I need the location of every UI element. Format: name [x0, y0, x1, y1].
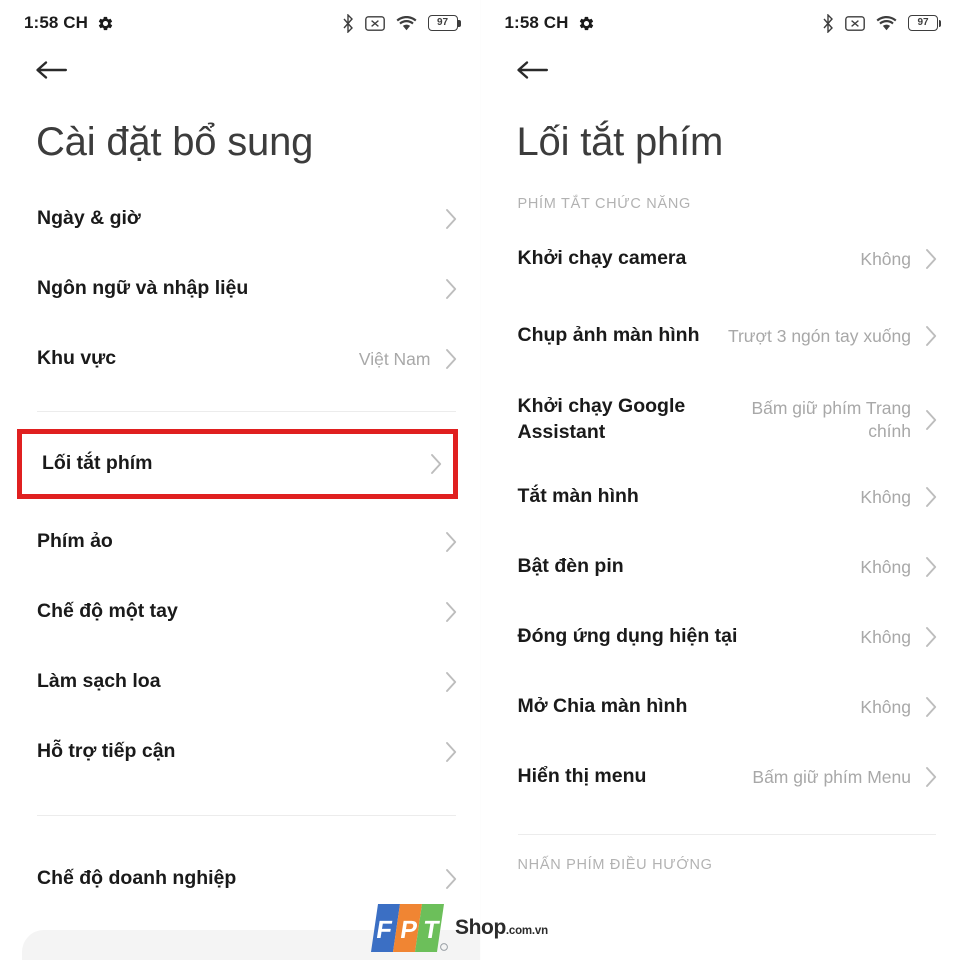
status-bar-right-group: 97: [342, 13, 461, 33]
section-header-function-shortcuts: PHÍM TẮT CHỨC NĂNG: [517, 196, 691, 212]
status-bar-right: 1:58 CH 97: [481, 0, 960, 46]
no-sim-icon: [845, 15, 865, 31]
chevron-right-icon: [926, 249, 937, 269]
list-item[interactable]: Khởi chạy Google Assistant Bấm giữ phím …: [481, 378, 960, 462]
list-item-label: Đóng ứng dụng hiện tại: [517, 625, 738, 648]
list-item-label: Chế độ doanh nghiệp: [37, 867, 237, 890]
partial-cutoff-row: [518, 944, 939, 958]
no-sim-icon: [364, 15, 385, 31]
settings-list-left: Ngày & giờ Ngôn ngữ và nhập liệu Khu vực…: [0, 184, 480, 914]
list-item-value: Không: [860, 696, 911, 717]
dual-screenshot-container: 1:58 CH 97 Cài đặt bổ sung Ngày & giờ Ng…: [0, 0, 960, 960]
list-item-label: Phím ảo: [37, 530, 113, 553]
list-item-label: Ngôn ngữ và nhập liệu: [37, 277, 249, 300]
status-bar-right-group: 97: [822, 13, 941, 33]
gear-icon: [578, 15, 595, 32]
page-title: Cài đặt bổ sung: [36, 120, 314, 164]
bottom-sheet-edge: [22, 930, 480, 960]
bluetooth-icon: [822, 13, 834, 33]
list-item-value: Không: [860, 556, 911, 577]
status-time: 1:58 CH: [24, 13, 89, 32]
list-item[interactable]: Hiển thị menu Bấm giữ phím Menu: [481, 742, 960, 812]
list-item-label: Khu vực: [37, 347, 117, 370]
list-item-value: Việt Nam: [358, 348, 431, 369]
battery-level: 97: [917, 17, 929, 28]
gear-icon: [97, 15, 114, 32]
back-button[interactable]: [515, 57, 551, 88]
list-item-value: Bấm giữ phím Trang chính: [751, 398, 911, 441]
page-title: Lối tắt phím: [516, 120, 724, 164]
list-item-label: Hiển thị menu: [517, 765, 647, 788]
group-divider: [37, 411, 456, 412]
chevron-right-icon: [445, 532, 456, 552]
list-item[interactable]: Tắt màn hình Không: [481, 462, 960, 532]
status-bar-left: 1:58 CH 97: [0, 0, 480, 46]
list-item-label: Bật đèn pin: [517, 555, 624, 578]
status-bar-left-group: 1:58 CH: [24, 13, 114, 33]
list-item-value: Bấm giữ phím Menu: [752, 766, 911, 787]
list-item-label: Mở Chia màn hình: [517, 695, 688, 718]
chevron-right-icon: [445, 672, 456, 692]
section-header-navigation-keys: NHẤN PHÍM ĐIỀU HƯỚNG: [517, 857, 713, 873]
list-item[interactable]: Làm sạch loa: [0, 647, 480, 717]
chevron-right-icon: [926, 557, 937, 577]
list-item-label: Làm sạch loa: [37, 670, 161, 693]
list-item[interactable]: Phím ảo: [0, 507, 480, 577]
bluetooth-icon: [342, 13, 354, 33]
list-item-label: Chế độ một tay: [37, 600, 178, 623]
list-item-label: Hỗ trợ tiếp cận: [37, 740, 176, 763]
back-button[interactable]: [34, 57, 70, 88]
chevron-right-icon: [926, 410, 937, 430]
battery-icon: 97: [908, 15, 941, 31]
chevron-right-icon: [926, 627, 937, 647]
list-item[interactable]: Khởi chạy camera Không: [481, 224, 960, 294]
list-item[interactable]: Khu vực Việt Nam: [0, 324, 480, 394]
wifi-icon: [396, 15, 417, 31]
list-item-value: Không: [860, 486, 911, 507]
status-bar-left-group: 1:58 CH: [505, 13, 595, 33]
chevron-right-icon: [926, 487, 937, 507]
chevron-right-icon: [445, 349, 456, 369]
list-item-value: Không: [860, 626, 911, 647]
shortcut-list: Khởi chạy camera Không Chụp ảnh màn hình…: [481, 224, 960, 873]
chevron-right-icon: [926, 767, 937, 787]
list-item[interactable]: Mở Chia màn hình Không: [481, 672, 960, 742]
list-item-label: Ngày & giờ: [37, 207, 141, 230]
chevron-right-icon: [445, 742, 456, 762]
list-item[interactable]: Hỗ trợ tiếp cận: [0, 717, 480, 787]
left-phone-screen: 1:58 CH 97 Cài đặt bổ sung Ngày & giờ Ng…: [0, 0, 481, 960]
battery-level: 97: [436, 17, 449, 28]
battery-icon: 97: [427, 15, 461, 31]
status-time: 1:58 CH: [504, 13, 569, 32]
group-divider: [517, 834, 936, 835]
chevron-right-icon: [445, 279, 456, 299]
wifi-icon: [876, 15, 897, 31]
list-item-label: Chụp ảnh màn hình: [517, 324, 700, 347]
list-item-label: Khởi chạy camera: [517, 247, 687, 270]
chevron-right-icon: [926, 697, 937, 717]
list-item-label: Tắt màn hình: [517, 485, 639, 508]
chevron-right-icon: [445, 602, 456, 622]
list-item[interactable]: Chế độ doanh nghiệp: [0, 844, 480, 914]
chevron-right-icon: [926, 326, 937, 346]
list-item-value: Trượt 3 ngón tay xuống: [727, 325, 911, 346]
chevron-right-icon: [445, 209, 456, 229]
list-item-label: Lối tắt phím: [42, 452, 153, 475]
list-item-value: Không: [860, 248, 911, 269]
chevron-right-icon: [430, 454, 441, 474]
nav-bar-left: [0, 46, 480, 98]
group-divider: [37, 815, 456, 816]
list-item[interactable]: Ngôn ngữ và nhập liệu: [0, 254, 480, 324]
list-item[interactable]: Bật đèn pin Không: [481, 532, 960, 602]
list-item-loi-tat-phim-highlighted[interactable]: Lối tắt phím: [17, 429, 458, 499]
right-phone-screen: 1:58 CH 97 Lối tắt phím PHÍM TẮT CHỨC NĂ…: [480, 0, 960, 960]
list-item[interactable]: Ngày & giờ: [0, 184, 480, 254]
nav-bar-right: [481, 46, 960, 98]
chevron-right-icon: [445, 869, 456, 889]
list-item-label: Khởi chạy Google Assistant: [517, 395, 686, 443]
list-item[interactable]: Chụp ảnh màn hình Trượt 3 ngón tay xuống: [481, 294, 960, 378]
list-item[interactable]: Chế độ một tay: [0, 577, 480, 647]
list-item[interactable]: Đóng ứng dụng hiện tại Không: [481, 602, 960, 672]
